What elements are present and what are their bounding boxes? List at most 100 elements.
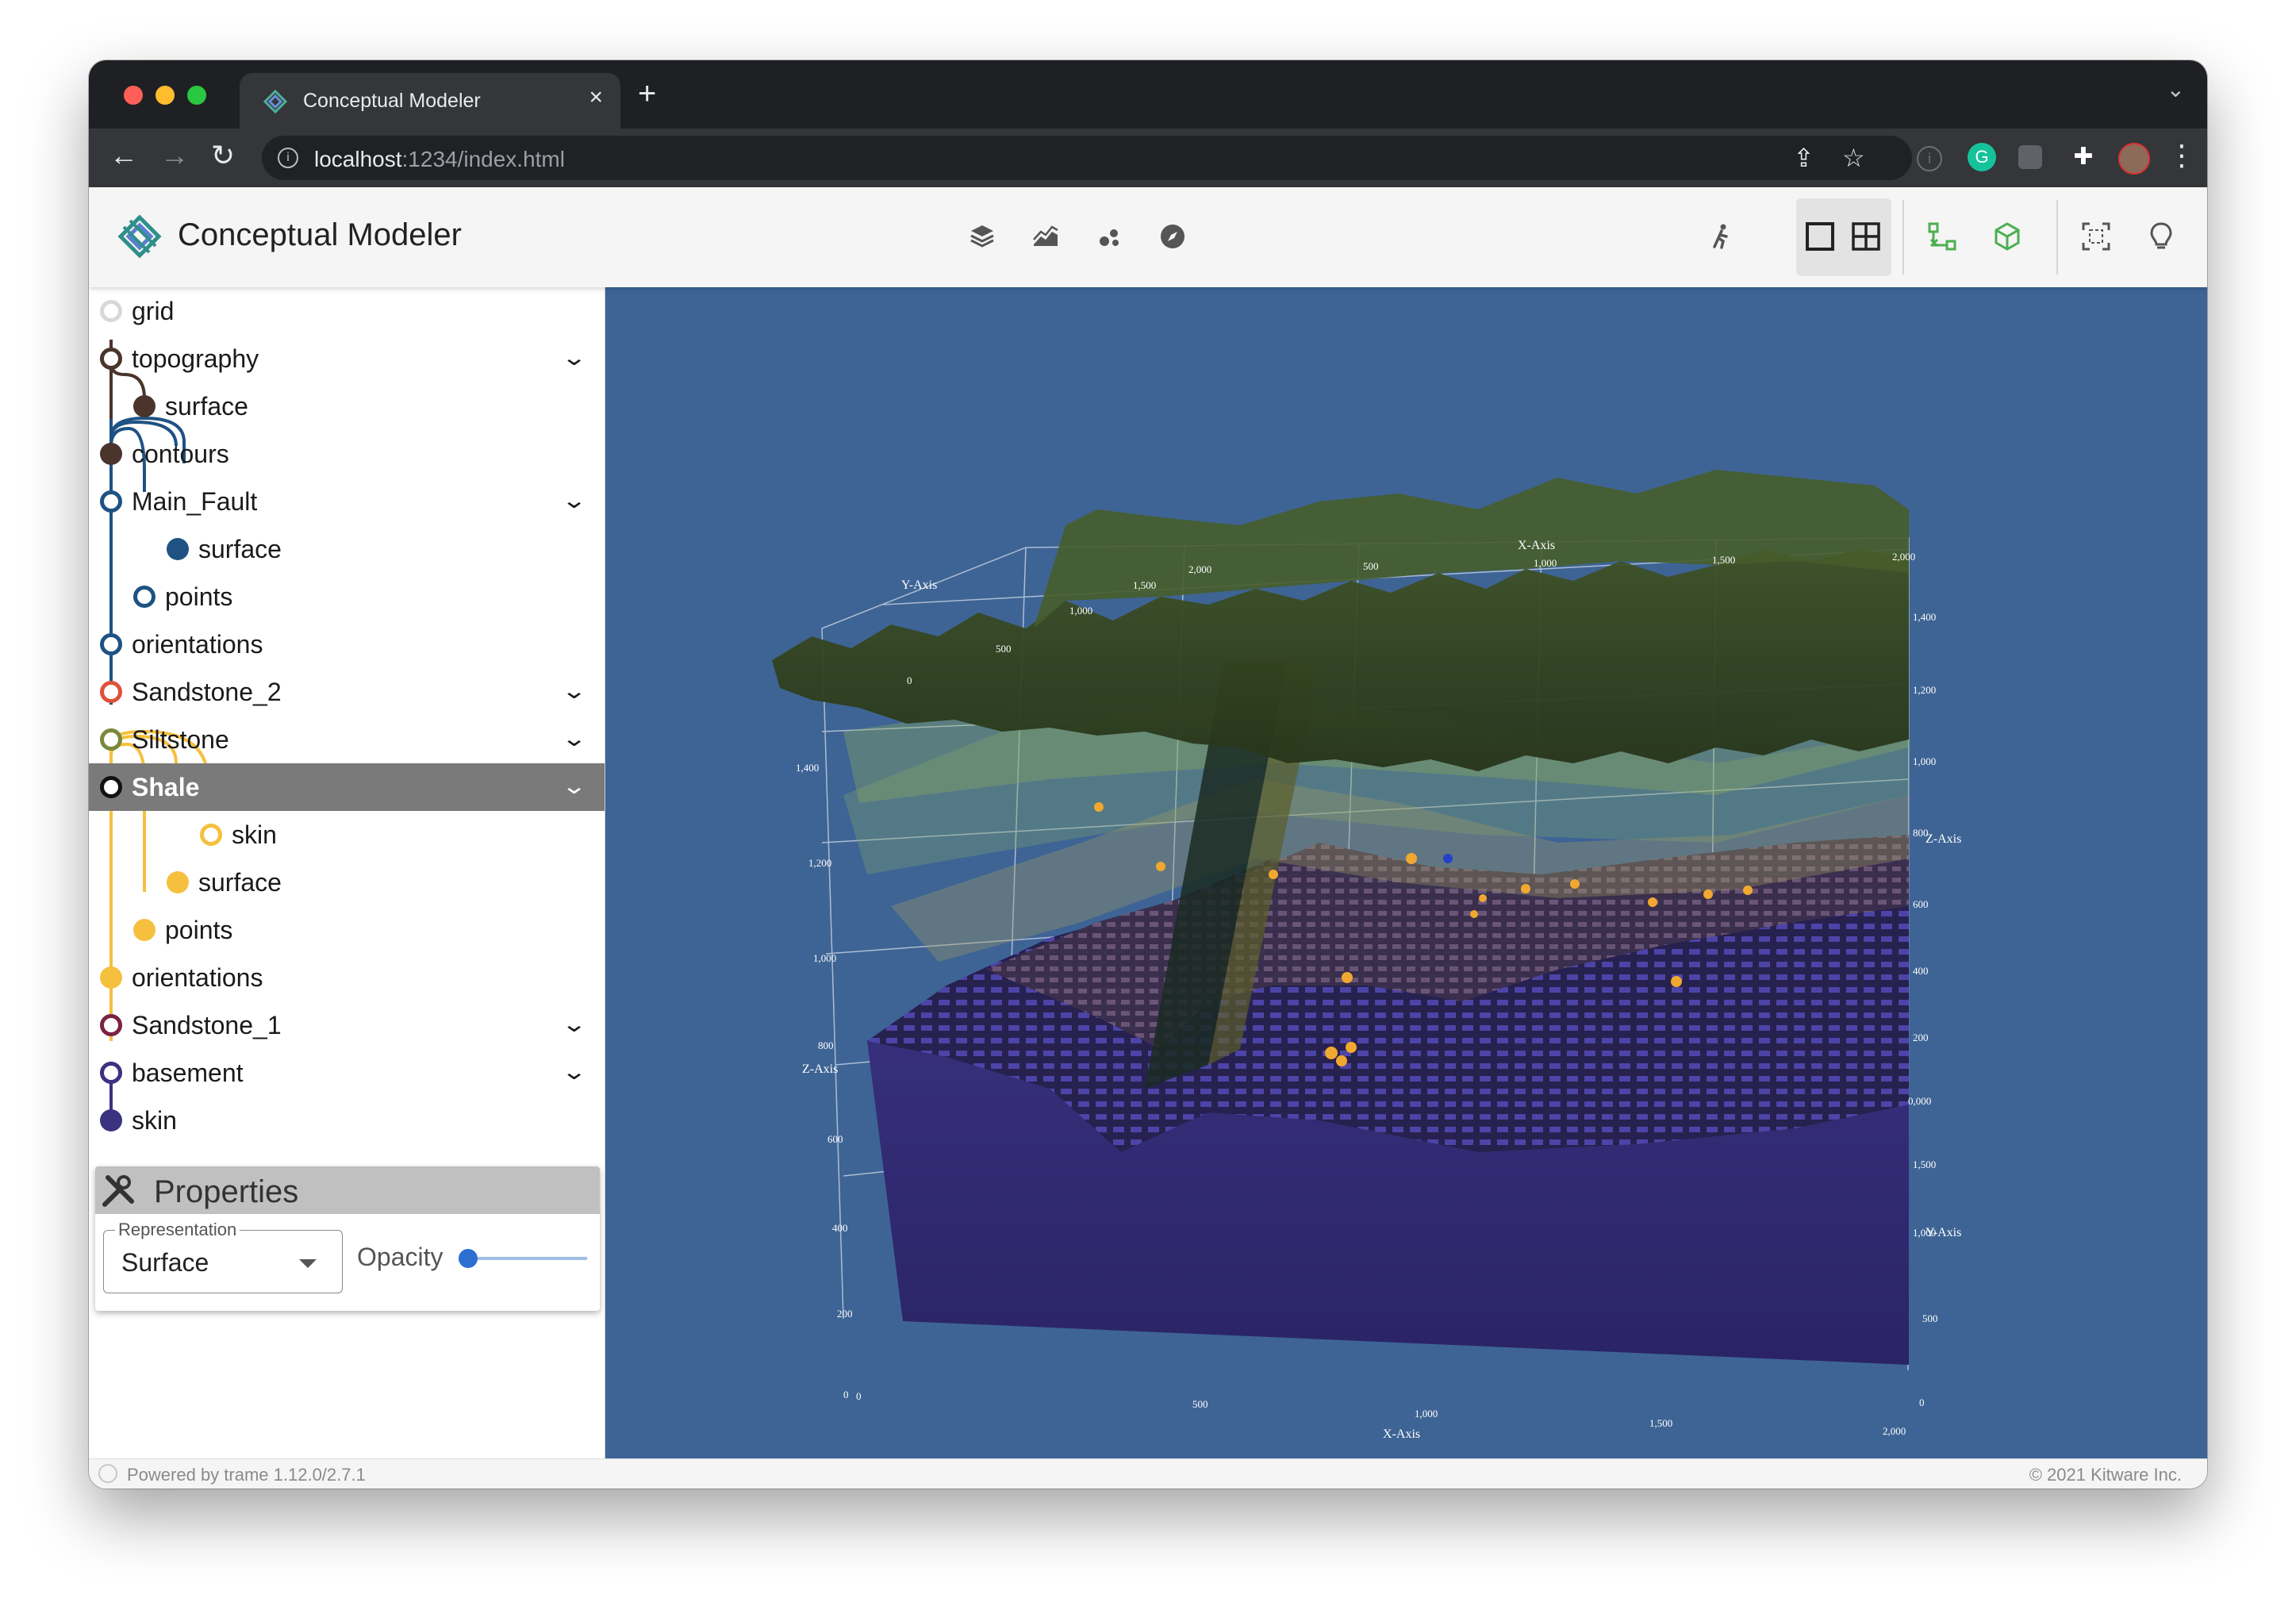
axis-tick-label: 1,000: [1069, 605, 1092, 617]
tree-node-icon[interactable]: [200, 824, 222, 846]
tree-item-label: surface: [198, 535, 282, 563]
tree-item[interactable]: skin: [89, 811, 605, 859]
tree-node-icon[interactable]: [167, 538, 189, 560]
tree-node-icon[interactable]: [100, 443, 122, 465]
tree-item[interactable]: orientations: [89, 954, 605, 1001]
extensions-puzzle-icon[interactable]: ✚: [2069, 143, 2098, 171]
tree-item[interactable]: points: [89, 573, 605, 620]
bookmark-star-icon[interactable]: ☆: [1842, 144, 1865, 171]
tree-item[interactable]: Siltstone ⌄: [89, 716, 605, 763]
axis-tick-label: 600: [827, 1133, 843, 1145]
share-icon[interactable]: ⇪: [1793, 144, 1814, 171]
walk-mode-icon[interactable]: [1703, 217, 1741, 256]
address-bar[interactable]: i localhost:1234/index.html ⇪ ☆: [262, 136, 1912, 180]
pipeline-icon[interactable]: [1923, 217, 1961, 256]
tree-item[interactable]: surface: [89, 859, 605, 906]
site-info-icon[interactable]: i: [278, 148, 298, 168]
tree-item-label: Siltstone: [132, 725, 229, 754]
render-viewport[interactable]: X-Axis Y-Axis Z-Axis Z-Axis Y-Axis X-Axi…: [605, 287, 2207, 1458]
grammarly-extension-icon[interactable]: G: [1968, 143, 1996, 171]
forward-button[interactable]: →: [160, 140, 189, 171]
tree-item[interactable]: points: [89, 906, 605, 954]
chevron-down-icon[interactable]: ⌄: [561, 487, 587, 513]
layers-icon[interactable]: [963, 217, 1001, 256]
axis-tick-label: 600: [1913, 898, 1929, 910]
tree-node-icon[interactable]: [133, 919, 155, 941]
tree-item-label: skin: [132, 1106, 177, 1135]
reset-camera-icon[interactable]: [2077, 217, 2115, 256]
tree-node-icon[interactable]: [100, 633, 122, 655]
tab-search-icon[interactable]: ⌄: [2167, 76, 2185, 102]
tree-node-icon[interactable]: [100, 300, 122, 322]
tree-node-icon[interactable]: [100, 1014, 122, 1036]
tree-item[interactable]: basement ⌄: [89, 1049, 605, 1097]
y-axis-title-top: Y-Axis: [901, 578, 937, 592]
browser-tab[interactable]: Conceptual Modeler ×: [240, 73, 620, 129]
quad-view-icon[interactable]: [1847, 217, 1885, 256]
profile-avatar[interactable]: [2118, 143, 2150, 175]
back-button[interactable]: ←: [109, 140, 138, 171]
points-icon[interactable]: [1090, 217, 1128, 256]
tree-item[interactable]: Sandstone_2 ⌄: [89, 668, 605, 716]
single-view-icon[interactable]: [1801, 217, 1839, 256]
tree-node-icon[interactable]: [100, 728, 122, 751]
axis-tick-label: 500: [996, 643, 1012, 655]
opacity-label: Opacity: [357, 1243, 443, 1271]
tree-node-icon[interactable]: [100, 776, 122, 798]
minimize-window-button[interactable]: [155, 86, 175, 105]
header-divider-2: [2056, 200, 2058, 275]
tab-close-icon[interactable]: ×: [589, 84, 603, 111]
opacity-slider-thumb[interactable]: [459, 1249, 478, 1268]
cube-icon[interactable]: [1988, 217, 2026, 256]
left-panel: grid topography ⌄ surface contours Main_Fault…: [89, 287, 605, 1489]
new-tab-button[interactable]: +: [638, 78, 656, 110]
axis-tick-label: 1,400: [796, 762, 819, 774]
chevron-down-icon[interactable]: ⌄: [561, 1011, 587, 1037]
tree-node-icon[interactable]: [133, 395, 155, 417]
extension-copy-icon[interactable]: [2018, 145, 2042, 169]
axis-tick-label: 1,500: [1649, 1417, 1672, 1429]
tree-node-icon[interactable]: [100, 348, 122, 370]
tree-item[interactable]: skin: [89, 1097, 605, 1144]
chevron-down-icon[interactable]: ⌄: [561, 1058, 587, 1085]
representation-value: Surface: [121, 1248, 209, 1277]
tree-item[interactable]: topography ⌄: [89, 335, 605, 382]
3d-scene[interactable]: X-Axis Y-Axis Z-Axis Z-Axis Y-Axis X-Axi…: [605, 287, 2207, 1458]
tree-item-label: Main_Fault: [132, 487, 258, 516]
tree-item[interactable]: Sandstone_1 ⌄: [89, 1001, 605, 1049]
chevron-down-icon[interactable]: ⌄: [561, 773, 587, 799]
tree-item[interactable]: grid: [89, 287, 605, 335]
properties-title: Properties: [154, 1174, 299, 1209]
tree-item[interactable]: Main_Fault ⌄: [89, 478, 605, 525]
tree-node-icon[interactable]: [100, 490, 122, 513]
pipeline-tree: grid topography ⌄ surface contours Main_Fault…: [89, 287, 605, 1160]
opacity-slider[interactable]: [459, 1249, 587, 1268]
browser-menu-icon[interactable]: ⋮: [2167, 140, 2196, 171]
tree-node-icon[interactable]: [133, 586, 155, 608]
chevron-down-icon[interactable]: ⌄: [561, 725, 587, 751]
tree-item[interactable]: orientations: [89, 620, 605, 668]
tree-node-icon[interactable]: [100, 681, 122, 703]
chevron-down-icon[interactable]: ⌄: [561, 678, 587, 704]
tree-item[interactable]: surface: [89, 382, 605, 430]
tree-node-icon[interactable]: [100, 1109, 122, 1132]
tree-item[interactable]: Shale ⌄: [89, 763, 605, 811]
axis-tick-label: 2,000: [1883, 1425, 1906, 1437]
extension-info-icon[interactable]: i: [1917, 146, 1942, 171]
tree-node-icon[interactable]: [167, 871, 189, 893]
reload-button[interactable]: ↻: [211, 140, 235, 171]
tree-node-icon[interactable]: [100, 1062, 122, 1084]
tree-item[interactable]: surface: [89, 525, 605, 573]
close-window-button[interactable]: [124, 86, 143, 105]
compass-icon[interactable]: [1154, 217, 1192, 256]
tab-favicon-icon: [263, 89, 288, 114]
chevron-down-icon[interactable]: ⌄: [561, 344, 587, 371]
representation-select[interactable]: Representation Surface: [103, 1220, 343, 1293]
tree-item-label: surface: [198, 868, 282, 897]
lightbulb-icon[interactable]: [2142, 217, 2180, 256]
zoom-window-button[interactable]: [187, 86, 206, 105]
tree-node-icon[interactable]: [100, 966, 122, 989]
tree-item[interactable]: contours: [89, 430, 605, 478]
terrain-icon[interactable]: [1027, 217, 1065, 256]
url-path: :1234/index.html: [401, 147, 565, 171]
